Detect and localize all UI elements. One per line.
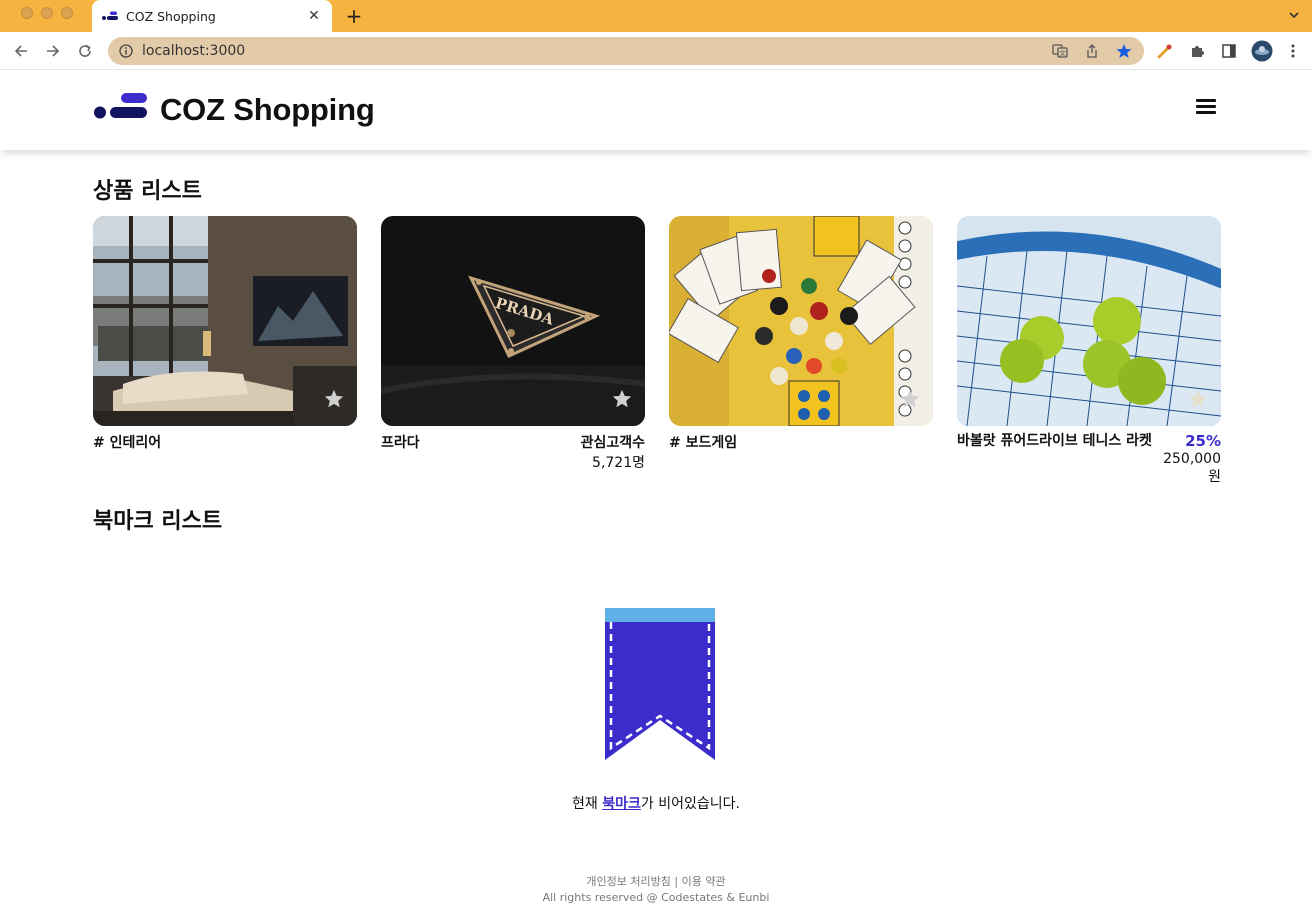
bookmark-star-icon[interactable] xyxy=(899,388,921,410)
product-card-tennis-racket[interactable]: 바볼랏 퓨어드라이브 테니스 라켓 25% 250,000 원 xyxy=(957,216,1221,486)
interest-label: 관심고객수 xyxy=(580,435,645,451)
product-card-prada[interactable]: PRADA 프라다 관심고객수 5,721명 xyxy=(381,216,645,472)
svg-text:文: 文 xyxy=(1059,49,1066,58)
share-icon[interactable] xyxy=(1084,43,1100,59)
url-text: localhost:3000 xyxy=(142,43,246,59)
window-close-button[interactable] xyxy=(21,7,33,19)
browser-tab[interactable]: COZ Shopping ✕ xyxy=(92,0,332,32)
favicon-icon xyxy=(102,11,118,20)
back-icon[interactable] xyxy=(11,41,31,61)
tab-search-chevron-icon[interactable] xyxy=(1288,9,1300,21)
card-title: # 인테리어 xyxy=(93,435,162,451)
browser-toolbar: localhost:3000 文 xyxy=(0,32,1312,70)
empty-bookmark-message: 현재 북마크가 비어있습니다. xyxy=(572,796,740,812)
footer: 개인정보 처리방침 | 이용 약관 All rights reserved @ … xyxy=(0,874,1312,906)
bookmark-star-icon[interactable] xyxy=(1116,43,1132,59)
extensions-puzzle-icon[interactable] xyxy=(1188,42,1206,60)
window-minimize-button[interactable] xyxy=(41,7,53,19)
interest-count: 5,721명 xyxy=(592,455,645,471)
card-title: 프라다 xyxy=(381,435,420,451)
prada-image[interactable]: PRADA xyxy=(381,216,645,426)
translate-icon[interactable]: 文 xyxy=(1052,43,1068,59)
card-title: # 보드게임 xyxy=(669,435,738,451)
reload-icon[interactable] xyxy=(75,41,95,61)
price: 250,000 xyxy=(1163,451,1221,467)
bookmark-star-icon[interactable] xyxy=(323,388,345,410)
discount-rate: 25% xyxy=(1185,432,1221,450)
site-info-icon[interactable] xyxy=(118,43,134,59)
product-card-boardgame[interactable]: # 보드게임 xyxy=(669,216,933,452)
price-unit: 원 xyxy=(1208,469,1221,485)
profile-avatar[interactable] xyxy=(1251,40,1273,62)
tennis-racket-image[interactable] xyxy=(957,216,1221,426)
hamburger-menu-icon[interactable] xyxy=(1196,99,1216,115)
living-room-image[interactable] xyxy=(93,216,357,426)
tab-title: COZ Shopping xyxy=(126,8,216,24)
product-list-title: 상품 리스트 xyxy=(93,179,202,204)
card-title: 바볼랏 퓨어드라이브 테니스 라켓 xyxy=(957,433,1152,449)
new-tab-icon[interactable]: + xyxy=(344,4,364,28)
bookmark-star-icon[interactable] xyxy=(611,388,633,410)
app-header: COZ Shopping xyxy=(0,70,1312,150)
address-bar[interactable]: localhost:3000 文 xyxy=(108,37,1144,65)
empty-bookmark-icon xyxy=(605,608,715,760)
coz-logo[interactable] xyxy=(93,90,149,122)
browser-tab-strip: COZ Shopping ✕ + xyxy=(0,0,1312,32)
bookmark-list-title: 북마크 리스트 xyxy=(93,509,223,534)
forward-icon[interactable] xyxy=(43,41,63,61)
tab-close-icon[interactable]: ✕ xyxy=(306,8,322,24)
product-card-interior[interactable]: # 인테리어 xyxy=(93,216,357,452)
footer-links[interactable]: 개인정보 처리방침 | 이용 약관 xyxy=(0,874,1312,890)
footer-copyright: All rights reserved @ Codestates & Eunbi xyxy=(542,891,770,904)
window-zoom-button[interactable] xyxy=(61,7,73,19)
browser-menu-icon[interactable] xyxy=(1284,42,1302,60)
bookmark-star-icon[interactable] xyxy=(1187,388,1209,410)
bookmark-link[interactable]: 북마크 xyxy=(602,796,641,812)
side-panel-icon[interactable] xyxy=(1220,42,1238,60)
brand-title[interactable]: COZ Shopping xyxy=(160,92,375,128)
board-game-image[interactable] xyxy=(669,216,933,426)
color-picker-extension-icon[interactable] xyxy=(1156,42,1174,60)
